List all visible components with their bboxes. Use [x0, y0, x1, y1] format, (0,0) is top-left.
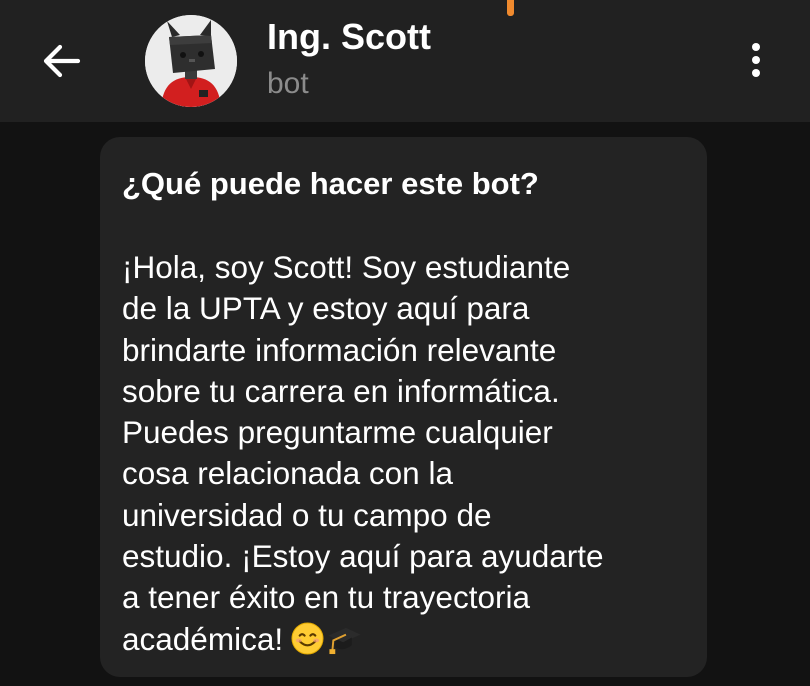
chat-subtitle: bot [267, 67, 309, 100]
card-description: ¡Hola, soy Scott! Soy estudiante de la U… [122, 247, 694, 660]
more-options-button[interactable] [736, 34, 776, 86]
description-line: universidad o tu campo de [122, 496, 492, 533]
card-heading: ¿Qué puede hacer este bot? [122, 166, 539, 201]
back-button[interactable] [38, 38, 84, 84]
description-line: académica! [122, 620, 284, 657]
description-line: cosa relacionada con la [122, 455, 453, 492]
description-line: estudio. ¡Estoy aquí para ayudarte [122, 538, 604, 575]
chat-title[interactable]: Ing. Scott [267, 15, 431, 59]
chat-header: Ing. Scott bot [0, 0, 810, 122]
more-vertical-icon-dot [752, 56, 760, 64]
more-vertical-icon [752, 43, 760, 51]
status-indicator [507, 0, 514, 16]
bot-intro-card: ¿Qué puede hacer este bot? ¡Hola, soy Sc… [100, 137, 707, 677]
smiling-face-emoji-icon [291, 622, 324, 655]
description-line: sobre tu carrera en informática. [122, 372, 560, 409]
description-line: de la UPTA y estoy aquí para [122, 290, 530, 327]
bot-avatar[interactable] [145, 15, 237, 107]
avatar-image [145, 15, 237, 107]
description-line: ¡Hola, soy Scott! Soy estudiante [122, 249, 571, 285]
graduation-cap-emoji-icon [328, 627, 361, 654]
arrow-left-icon [43, 44, 81, 78]
description-line: brindarte información relevante [122, 331, 557, 368]
description-last-line: académica! [122, 619, 694, 660]
description-line: a tener éxito en tu trayectoria [122, 579, 530, 616]
more-vertical-icon-dot [752, 69, 760, 77]
description-line: Puedes preguntarme cualquier [122, 414, 553, 451]
